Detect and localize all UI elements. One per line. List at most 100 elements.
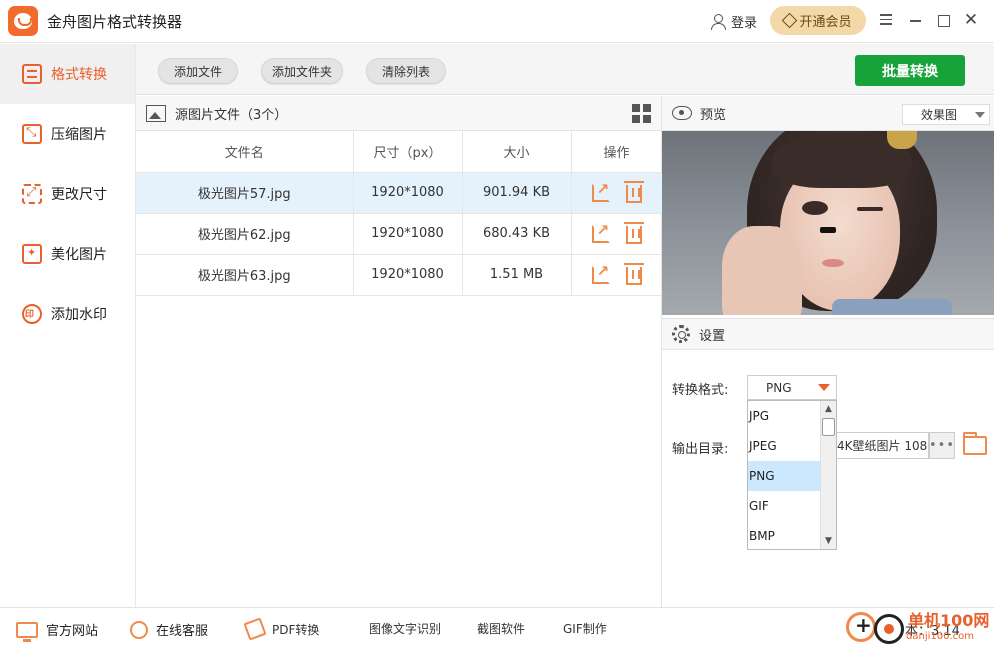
table-row[interactable]: 极光图片63.jpg 1920*1080 1.51 MB [136, 254, 663, 296]
add-folder-button[interactable]: 添加文件夹 [261, 58, 343, 84]
sidebar-item-label: 格式转换 [51, 67, 107, 83]
format-option[interactable]: JPG [748, 401, 821, 431]
sidebar-item-watermark[interactable]: 添加水印 [0, 284, 135, 344]
scroll-up-icon[interactable]: ▲ [825, 404, 832, 414]
service-link[interactable]: 在线客服 [130, 620, 208, 639]
swap-icon [22, 64, 42, 84]
screenshot-link[interactable]: 截图软件 [477, 620, 525, 637]
folder-icon[interactable] [963, 432, 987, 455]
format-value: PNG [766, 380, 792, 395]
resize-icon [22, 184, 42, 204]
menu-icon[interactable] [877, 11, 895, 29]
minimize-icon[interactable] [907, 11, 925, 29]
delete-icon[interactable] [623, 222, 644, 244]
output-dir-field[interactable]: 4K壁纸图片 1080 [836, 432, 929, 459]
sidebar-item-label: 添加水印 [51, 307, 107, 323]
open-file-icon[interactable] [591, 221, 610, 243]
sidebar: 格式转换 压缩图片 更改尺寸 美化图片 添加水印 [0, 44, 136, 607]
preview-hand [722, 226, 802, 315]
watermark-site-url: danji100.com [906, 631, 974, 642]
login-button[interactable]: 登录 [710, 12, 757, 31]
login-label: 登录 [731, 16, 758, 31]
scroll-down-icon[interactable]: ▼ [825, 536, 832, 546]
open-file-icon[interactable] [591, 262, 610, 284]
file-panel-header: 源图片文件（3个） [136, 96, 661, 131]
sidebar-item-label: 美化图片 [51, 247, 107, 263]
file-size: 680.43 KB [462, 213, 572, 255]
watermark-logo [846, 606, 906, 646]
settings-title: 设置 [699, 328, 726, 344]
preview-header: 预览 效果图 [662, 96, 994, 131]
headset-icon [130, 620, 148, 639]
clear-list-button[interactable]: 清除列表 [366, 58, 446, 84]
file-panel-title: 源图片文件（3个） [175, 107, 288, 123]
preview-mode-select[interactable]: 效果图 [902, 104, 990, 125]
watermark-dot-icon [874, 614, 904, 644]
format-option[interactable]: BMP [748, 521, 821, 551]
close-icon[interactable]: ✕ [962, 11, 980, 29]
diamond-icon [782, 12, 798, 29]
file-dims: 1920*1080 [353, 254, 463, 296]
file-name: 极光图片62.jpg [136, 213, 354, 255]
sidebar-item-beautify[interactable]: 美化图片 [0, 224, 135, 284]
table-row[interactable]: 极光图片57.jpg 1920*1080 901.94 KB [136, 172, 663, 214]
compress-icon [22, 124, 42, 144]
file-dims: 1920*1080 [353, 213, 463, 255]
output-label: 输出目录: [672, 442, 729, 457]
dropdown-scrollbar[interactable]: ▲ ▼ [820, 401, 836, 549]
scroll-thumb[interactable] [822, 418, 835, 436]
delete-icon[interactable] [623, 263, 644, 285]
toolbar: 添加文件 添加文件夹 清除列表 批量转换 [136, 44, 994, 95]
pdf-label: PDF转换 [272, 622, 320, 637]
format-option[interactable]: JPEG [748, 431, 821, 461]
title-bar: 金舟图片格式转换器 登录 开通会员 ✕ [0, 0, 994, 43]
file-dims: 1920*1080 [353, 172, 463, 214]
browse-more-button[interactable]: ••• [929, 432, 955, 459]
format-label: 转换格式: [672, 383, 729, 398]
preview-eye-wink [857, 207, 883, 211]
pdf-icon [243, 617, 267, 641]
ocr-link[interactable]: 图像文字识别 [369, 620, 441, 637]
sidebar-item-resize[interactable]: 更改尺寸 [0, 164, 135, 224]
website-label: 官方网站 [46, 624, 99, 639]
preview-hairband [887, 131, 917, 149]
image-icon [146, 104, 166, 122]
gif-link[interactable]: GIF制作 [563, 620, 607, 637]
sidebar-item-format-convert[interactable]: 格式转换 [0, 44, 135, 104]
watermark-icon [22, 304, 42, 324]
preview-image [662, 131, 994, 315]
format-option[interactable]: GIF [748, 491, 821, 521]
maximize-icon[interactable] [934, 11, 952, 29]
row-actions [571, 254, 663, 296]
table-row[interactable]: 极光图片62.jpg 1920*1080 680.43 KB [136, 213, 663, 255]
pdf-link[interactable]: PDF转换 [243, 617, 320, 641]
vip-button[interactable]: 开通会员 [770, 6, 866, 35]
file-name: 极光图片63.jpg [136, 254, 354, 296]
user-icon [710, 13, 726, 30]
app-title: 金舟图片格式转换器 [47, 13, 183, 31]
website-link[interactable]: 官方网站 [16, 620, 99, 642]
vip-label: 开通会员 [799, 15, 852, 30]
file-size: 901.94 KB [462, 172, 572, 214]
format-select[interactable]: PNG [747, 375, 837, 400]
beautify-icon [22, 244, 42, 264]
column-header-dims: 尺寸（px） [353, 131, 463, 173]
sidebar-item-compress[interactable]: 压缩图片 [0, 104, 135, 164]
delete-icon[interactable] [623, 181, 644, 203]
column-header-name: 文件名 [136, 131, 354, 173]
preview-mode-value: 效果图 [921, 108, 958, 122]
batch-convert-button[interactable]: 批量转换 [855, 55, 965, 86]
format-option-selected[interactable]: PNG [748, 461, 821, 491]
grid-view-icon[interactable] [632, 104, 651, 123]
file-name: 极光图片57.jpg [136, 172, 354, 214]
sidebar-item-label: 更改尺寸 [51, 187, 107, 203]
row-actions [571, 172, 663, 214]
row-actions [571, 213, 663, 255]
file-size: 1.51 MB [462, 254, 572, 296]
service-label: 在线客服 [156, 624, 209, 639]
add-file-button[interactable]: 添加文件 [158, 58, 238, 84]
open-file-icon[interactable] [591, 180, 610, 202]
file-panel: 源图片文件（3个） 文件名 尺寸（px） 大小 操作 极光图片57.jpg 19… [136, 96, 663, 607]
app-logo-icon [8, 6, 38, 36]
gear-icon [672, 325, 690, 343]
